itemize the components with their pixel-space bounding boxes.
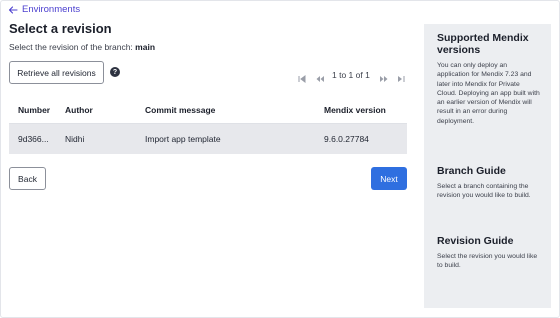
table-header: Number Author Commit message Mendix vers… — [9, 96, 407, 124]
column-header-commit-message[interactable]: Commit message — [145, 105, 215, 115]
column-header-author[interactable]: Author — [65, 105, 93, 115]
back-link-label: Environments — [22, 4, 81, 15]
sidebar-section-branch-guide: Branch Guide Select a branch containing … — [437, 165, 541, 201]
back-button[interactable]: Back — [9, 167, 46, 190]
branch-name: main — [135, 42, 156, 52]
back-to-environments-link[interactable]: Environments — [8, 4, 80, 15]
arrow-left-icon — [8, 5, 18, 14]
sidebar-text: You can only deploy an application for M… — [437, 62, 540, 125]
previous-page-icon[interactable] — [315, 71, 325, 82]
sidebar-heading: Branch Guide — [437, 165, 506, 177]
help-icon[interactable]: ? — [110, 67, 120, 77]
next-page-icon[interactable] — [379, 71, 389, 82]
cell-number: 9d366... — [18, 134, 49, 144]
first-page-icon[interactable] — [297, 71, 307, 83]
revisions-table: Number Author Commit message Mendix vers… — [9, 96, 407, 154]
subtitle-text: Select the revision of the branch: — [9, 42, 133, 52]
column-header-mendix-version[interactable]: Mendix version — [324, 105, 386, 115]
retrieve-all-revisions-button[interactable]: Retrieve all revisions — [9, 61, 104, 84]
sidebar-text: Select a branch containing the revision … — [437, 183, 531, 200]
page-title: Select a revision — [9, 21, 112, 36]
sidebar-text: Select the revision you would like to bu… — [437, 253, 538, 270]
next-button[interactable]: Next — [371, 167, 407, 190]
page-subtitle: Select the revision of the branch: main — [9, 42, 155, 52]
last-page-icon[interactable] — [396, 71, 406, 82]
column-header-number[interactable]: Number — [18, 105, 50, 115]
sidebar-heading: Revision Guide — [437, 235, 514, 247]
sidebar-section-revision-guide: Revision Guide Select the revision you w… — [437, 235, 541, 271]
pagination-text: 1 to 1 of 1 — [332, 70, 370, 80]
sidebar-section-supported-versions: Supported Mendix versions You can only d… — [437, 32, 541, 126]
cell-author: Nidhi — [65, 134, 85, 144]
cell-mendix-version: 9.6.0.27784 — [324, 134, 369, 144]
cell-commit-message: Import app template — [145, 134, 221, 144]
help-sidebar: Supported Mendix versions You can only d… — [424, 24, 551, 308]
table-row[interactable]: 9d366... Nidhi Import app template 9.6.0… — [9, 124, 407, 154]
sidebar-heading: Supported Mendix versions — [437, 32, 529, 56]
